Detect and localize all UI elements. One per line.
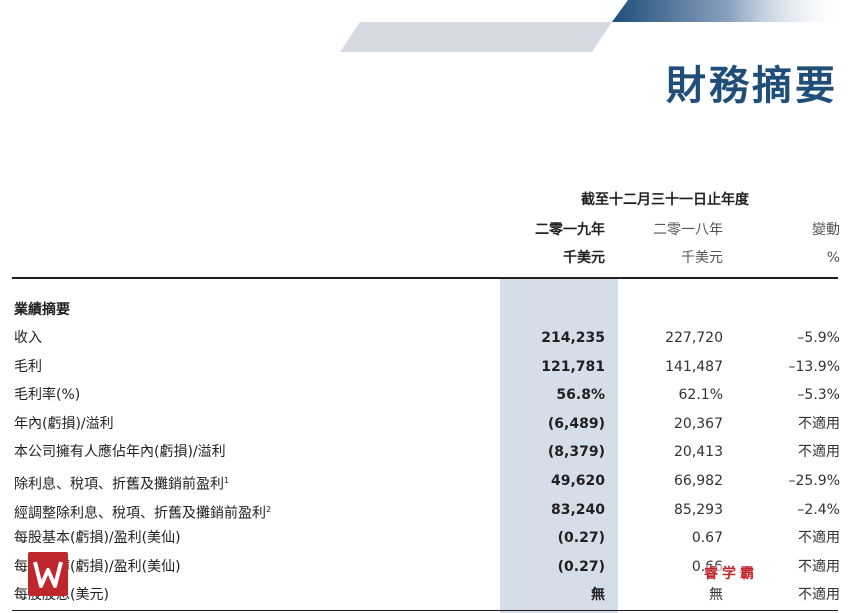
row-label: 每股基本(虧損)/盈利(美仙) [14, 524, 494, 552]
value-change: –25.9% [788, 472, 840, 489]
value-2019: 56.8% [556, 387, 605, 404]
header-decoration [340, 0, 848, 52]
column-unit-2018: 千美元 [681, 250, 723, 266]
value-change: 不適用 [798, 444, 840, 461]
value-2019: (8,379) [547, 444, 605, 461]
column-year-2018: 二零一八年 [653, 222, 723, 238]
value-2018: 20,367 [674, 415, 723, 432]
table-row: 每股基本(虧損)/盈利(美仙) (0.27) 0.67 不適用 [0, 524, 848, 553]
value-2018: 無 [709, 587, 723, 604]
value-change: –13.9% [788, 358, 840, 375]
table-row: 每股股息(美元) 無 無 不適用 [0, 581, 848, 610]
value-change: 不適用 [798, 415, 840, 432]
value-2018: 0.67 [691, 530, 723, 547]
section-title: 業績摘要 [14, 302, 70, 318]
value-change: 不適用 [798, 587, 840, 604]
header-divider [12, 277, 838, 279]
footnote-marker: 2 [266, 504, 272, 514]
value-2019: 83,240 [550, 501, 605, 518]
row-label-text: 毛利 [14, 358, 42, 375]
value-2018: 62.1% [678, 387, 723, 404]
row-label: 毛利 [14, 353, 494, 381]
table-row: 除利息、稅項、折舊及攤銷前盈利1 49,620 66,982 –25.9% [0, 467, 848, 496]
value-change: –2.4% [797, 501, 840, 518]
value-2019: (0.27) [557, 558, 605, 575]
value-change: 不適用 [798, 530, 840, 547]
row-label-text: 年內(虧損)/溢利 [14, 415, 114, 432]
table-row: 年內(虧損)/溢利 (6,489) 20,367 不適用 [0, 410, 848, 439]
footnote-marker: 1 [224, 475, 230, 485]
row-label-text: 除利息、稅項、折舊及攤銷前盈利 [14, 476, 224, 493]
column-change: 變動 [812, 222, 840, 238]
column-unit-2019: 千美元 [563, 250, 605, 266]
value-2019: (0.27) [557, 530, 605, 547]
row-label: 每股攤薄(虧損)/盈利(美仙) [14, 553, 494, 581]
period-header: 截至十二月三十一日止年度 [581, 192, 749, 208]
row-label-text: 本公司擁有人應佔年內(虧損)/溢利 [14, 444, 226, 461]
table-bottom-divider [12, 610, 838, 611]
table-row: 毛利 121,781 141,487 –13.9% [0, 353, 848, 382]
value-2018: 141,487 [665, 358, 723, 375]
row-label: 本公司擁有人應佔年內(虧損)/溢利 [14, 438, 494, 466]
table-row: 毛利率(%) 56.8% 62.1% –5.3% [0, 381, 848, 410]
value-2019: 無 [591, 587, 605, 604]
value-change: –5.3% [797, 387, 840, 404]
table-row: 經調整除利息、稅項、折舊及攤銷前盈利2 83,240 85,293 –2.4% [0, 496, 848, 525]
column-unit-change: % [826, 250, 840, 266]
row-label-text: 毛利率(%) [14, 387, 81, 404]
row-label: 毛利率(%) [14, 381, 494, 409]
value-2019: (6,489) [547, 415, 605, 432]
w-logo-icon [28, 552, 68, 596]
row-label: 經調整除利息、稅項、折舊及攤銷前盈利2 [14, 496, 494, 528]
value-2018: 85,293 [674, 501, 723, 518]
row-label: 每股股息(美元) [14, 581, 494, 609]
row-label: 年內(虧損)/溢利 [14, 410, 494, 438]
value-2019: 121,781 [541, 358, 605, 375]
watermark-text: 睿学霸 [704, 565, 758, 583]
value-2018: 227,720 [665, 330, 723, 346]
column-year-2019: 二零一九年 [535, 222, 605, 238]
page-title: 財務摘要 [666, 63, 838, 109]
table-row: 收入 214,235 227,720 –5.9% [0, 324, 848, 353]
row-label-text: 收入 [14, 330, 42, 346]
value-2019: 49,620 [550, 472, 605, 489]
row-label: 除利息、稅項、折舊及攤銷前盈利1 [14, 467, 494, 499]
value-2019: 214,235 [541, 330, 605, 346]
value-change: –5.9% [797, 330, 840, 346]
table-row: 本公司擁有人應佔年內(虧損)/溢利 (8,379) 20,413 不適用 [0, 438, 848, 467]
row-label-text: 經調整除利息、稅項、折舊及攤銷前盈利 [14, 505, 266, 522]
value-2018: 66,982 [674, 472, 723, 489]
row-label-text: 每股基本(虧損)/盈利(美仙) [14, 530, 181, 547]
value-2018: 20,413 [674, 444, 723, 461]
row-label: 收入 [14, 324, 494, 352]
